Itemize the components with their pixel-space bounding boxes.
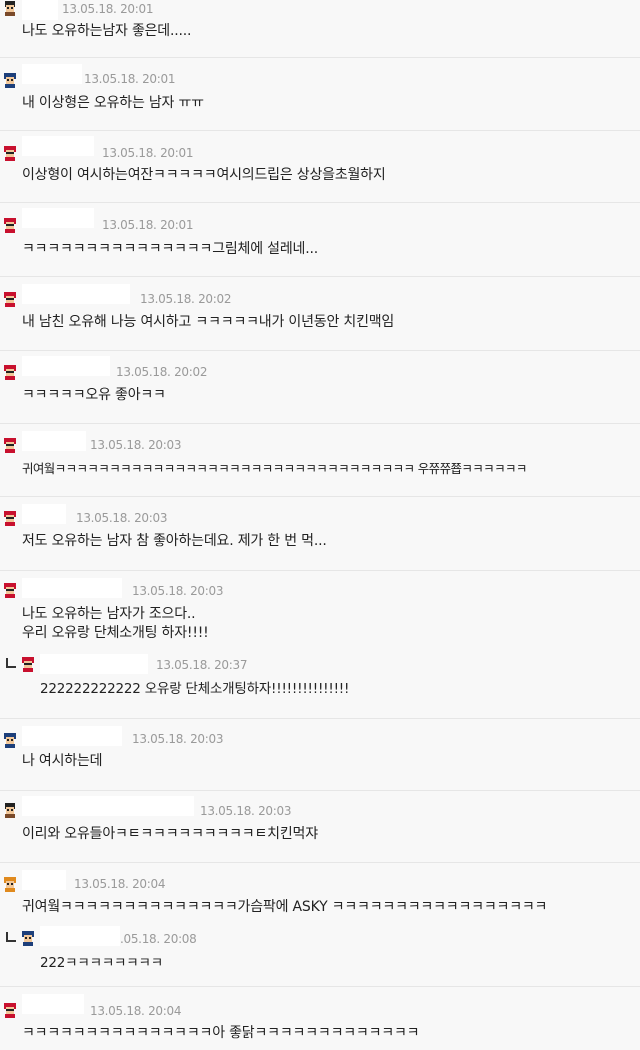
red-avatar-icon[interactable]	[2, 1002, 18, 1018]
comment-timestamp: 13.05.18. 20:03	[90, 438, 182, 452]
comment-item: 13.05.18. 20:02 내 남친 오유해 나능 여시하고 ㅋㅋㅋㅋㅋ내가…	[0, 278, 640, 350]
author-name-box[interactable]	[22, 504, 66, 524]
author-name-box[interactable]	[22, 208, 94, 228]
comment-timestamp: 13.05.18. 20:02	[140, 292, 232, 306]
divider	[0, 986, 640, 987]
girl-avatar-icon[interactable]	[2, 0, 18, 16]
comment-item: 13.05.18. 20:03 나 여시하는데	[0, 720, 640, 792]
author-name-box[interactable]	[40, 926, 120, 946]
comment-timestamp: 13.05.18. 20:01	[102, 218, 194, 232]
author-name-box[interactable]	[22, 136, 94, 156]
author-name-box[interactable]	[22, 726, 122, 746]
comment-text: ㅋㅋㅋㅋㅋㅋㅋㅋㅋㅋㅋㅋㅋㅋㅋ아 좋닭ㅋㅋㅋㅋㅋㅋㅋㅋㅋㅋㅋㅋㅋ	[22, 1025, 420, 1041]
reply-arrow-icon	[6, 658, 16, 668]
divider	[0, 57, 640, 58]
author-name-box[interactable]	[22, 431, 86, 451]
comment-item: 13.05.18. 20:04 귀여웤ㅋㅋㅋㅋㅋㅋㅋㅋㅋㅋㅋㅋㅋㅋ가슴팍에 AS…	[0, 864, 640, 926]
divider	[0, 276, 640, 277]
divider	[0, 862, 640, 863]
divider	[0, 202, 640, 203]
comment-text: 내 이상형은 오유하는 남자 ㅠㅠ	[22, 95, 204, 111]
red-avatar-icon[interactable]	[2, 510, 18, 526]
comment-item: 13.05.18. 20:01 이상형이 여시하는여잔ㅋㅋㅋㅋㅋ여시의드립은 상…	[0, 132, 640, 202]
comment-item: 13.05.18. 20:01 내 이상형은 오유하는 남자 ㅠㅠ	[0, 60, 640, 130]
author-name-box[interactable]	[22, 356, 110, 376]
comment-text: ㅋㅋㅋㅋㅋ오유 좋아ㅋㅋ	[22, 387, 166, 403]
author-name-box[interactable]	[22, 994, 84, 1014]
comment-text: 우리 오유랑 단체소개팅 하자!!!!	[22, 625, 209, 641]
comment-text: 이상형이 여시하는여잔ㅋㅋㅋㅋㅋ여시의드립은 상상을초월하지	[22, 167, 386, 183]
comment-item: 13.05.18. 20:03 이리와 오유들아ㅋㅌㅋㅋㅋㅋㅋㅋㅋㅋㅋㅌ치킨먹쟈	[0, 792, 640, 864]
divider	[0, 570, 640, 571]
author-name-box[interactable]	[22, 578, 122, 598]
comment-timestamp: 13.05.18. 20:04	[74, 877, 166, 891]
comment-timestamp: 13.05.18. 20:37	[156, 658, 248, 672]
red-avatar-icon[interactable]	[20, 656, 36, 672]
reply-item: 13.05.18. 20:37 222222222222 오유랑 단체소개팅하자…	[0, 652, 640, 708]
navy-avatar-icon[interactable]	[20, 930, 36, 946]
comment-timestamp: 13.05.18. 20:03	[132, 584, 224, 598]
comment-timestamp: .05.18. 20:08	[120, 932, 197, 946]
red-avatar-icon[interactable]	[2, 437, 18, 453]
comment-item: 13.05.18. 20:03 저도 오유하는 남자 참 좋아하는데요. 제가 …	[0, 498, 640, 570]
author-name-box[interactable]	[22, 0, 58, 20]
comment-timestamp: 13.05.18. 20:03	[76, 511, 168, 525]
comment-item: 13.05.18. 20:04 ㅋㅋㅋㅋㅋㅋㅋㅋㅋㅋㅋㅋㅋㅋㅋ아 좋닭ㅋㅋㅋㅋㅋ…	[0, 988, 640, 1050]
author-name-box[interactable]	[22, 284, 130, 304]
comment-text: 나 여시하는데	[22, 753, 103, 769]
comment-text: 222ㅋㅋㅋㅋㅋㅋㅋㅋ	[40, 955, 163, 971]
navy-avatar-icon[interactable]	[2, 72, 18, 88]
comment-text: 귀여웤ㅋㅋㅋㅋㅋㅋㅋㅋㅋㅋㅋㅋㅋㅋ가슴팍에 ASKY ㅋㅋㅋㅋㅋㅋㅋㅋㅋㅋㅋㅋㅋ…	[22, 899, 548, 915]
comment-timestamp: 13.05.18. 20:01	[84, 72, 176, 86]
red-avatar-icon[interactable]	[2, 582, 18, 598]
girl-avatar-icon[interactable]	[2, 802, 18, 818]
divider	[0, 496, 640, 497]
comment-text: 222222222222 오유랑 단체소개팅하자!!!!!!!!!!!!!!!	[40, 681, 350, 697]
comment-item: 13.05.18. 20:01 ㅋㅋㅋㅋㅋㅋㅋㅋㅋㅋㅋㅋㅋㅋㅋ그림체에 설레네.…	[0, 204, 640, 276]
comment-item: 13.05.18. 20:02 ㅋㅋㅋㅋㅋ오유 좋아ㅋㅋ	[0, 352, 640, 424]
author-name-box[interactable]	[22, 796, 194, 816]
divider	[0, 350, 640, 351]
comment-item: 13.05.18. 20:03 나도 오유하는 남자가 조으다.. 우리 오유랑…	[0, 572, 640, 646]
comment-text: ㅋㅋㅋㅋㅋㅋㅋㅋㅋㅋㅋㅋㅋㅋㅋ그림체에 설레네...	[22, 241, 318, 257]
comment-timestamp: 13.05.18. 20:03	[132, 732, 224, 746]
comment-text: 나도 오유하는 남자가 조으다..	[22, 606, 196, 622]
comment-text: 귀여웤ㅋㅋㅋㅋㅋㅋㅋㅋㅋㅋㅋㅋㅋㅋㅋㅋㅋㅋㅋㅋㅋㅋㅋㅋㅋㅋㅋㅋㅋㅋㅋㅋㅋ 우쮸쮸…	[22, 461, 527, 476]
orange-avatar-icon[interactable]	[2, 876, 18, 892]
comment-text: 나도 오유하는남자 좋은데.....	[22, 23, 192, 39]
comment-text: 내 남친 오유해 나능 여시하고 ㅋㅋㅋㅋㅋ내가 이년동안 치킨맥임	[22, 314, 395, 330]
red-avatar-icon[interactable]	[2, 145, 18, 161]
navy-avatar-icon[interactable]	[2, 732, 18, 748]
red-avatar-icon[interactable]	[2, 291, 18, 307]
author-name-box[interactable]	[22, 870, 66, 890]
divider	[0, 718, 640, 719]
comment-timestamp: 13.05.18. 20:02	[116, 365, 208, 379]
red-avatar-icon[interactable]	[2, 364, 18, 380]
author-name-box[interactable]	[22, 64, 82, 84]
divider	[0, 130, 640, 131]
comment-item: 13.05.18. 20:03 귀여웤ㅋㅋㅋㅋㅋㅋㅋㅋㅋㅋㅋㅋㅋㅋㅋㅋㅋㅋㅋㅋㅋ…	[0, 425, 640, 497]
author-name-box[interactable]	[40, 654, 148, 674]
divider	[0, 790, 640, 791]
comment-text: 이리와 오유들아ㅋㅌㅋㅋㅋㅋㅋㅋㅋㅋㅋㅌ치킨먹쟈	[22, 826, 318, 842]
divider	[0, 423, 640, 424]
comment-timestamp: 13.05.18. 20:01	[102, 146, 194, 160]
comment-timestamp: 13.05.18. 20:01	[62, 2, 154, 16]
reply-item: .05.18. 20:08 222ㅋㅋㅋㅋㅋㅋㅋㅋ	[0, 926, 640, 982]
comment-timestamp: 13.05.18. 20:03	[200, 804, 292, 818]
reply-arrow-icon	[6, 932, 16, 942]
red-avatar-icon[interactable]	[2, 217, 18, 233]
comment-timestamp: 13.05.18. 20:04	[90, 1004, 182, 1018]
comment-text: 저도 오유하는 남자 참 좋아하는데요. 제가 한 번 먹...	[22, 533, 327, 549]
